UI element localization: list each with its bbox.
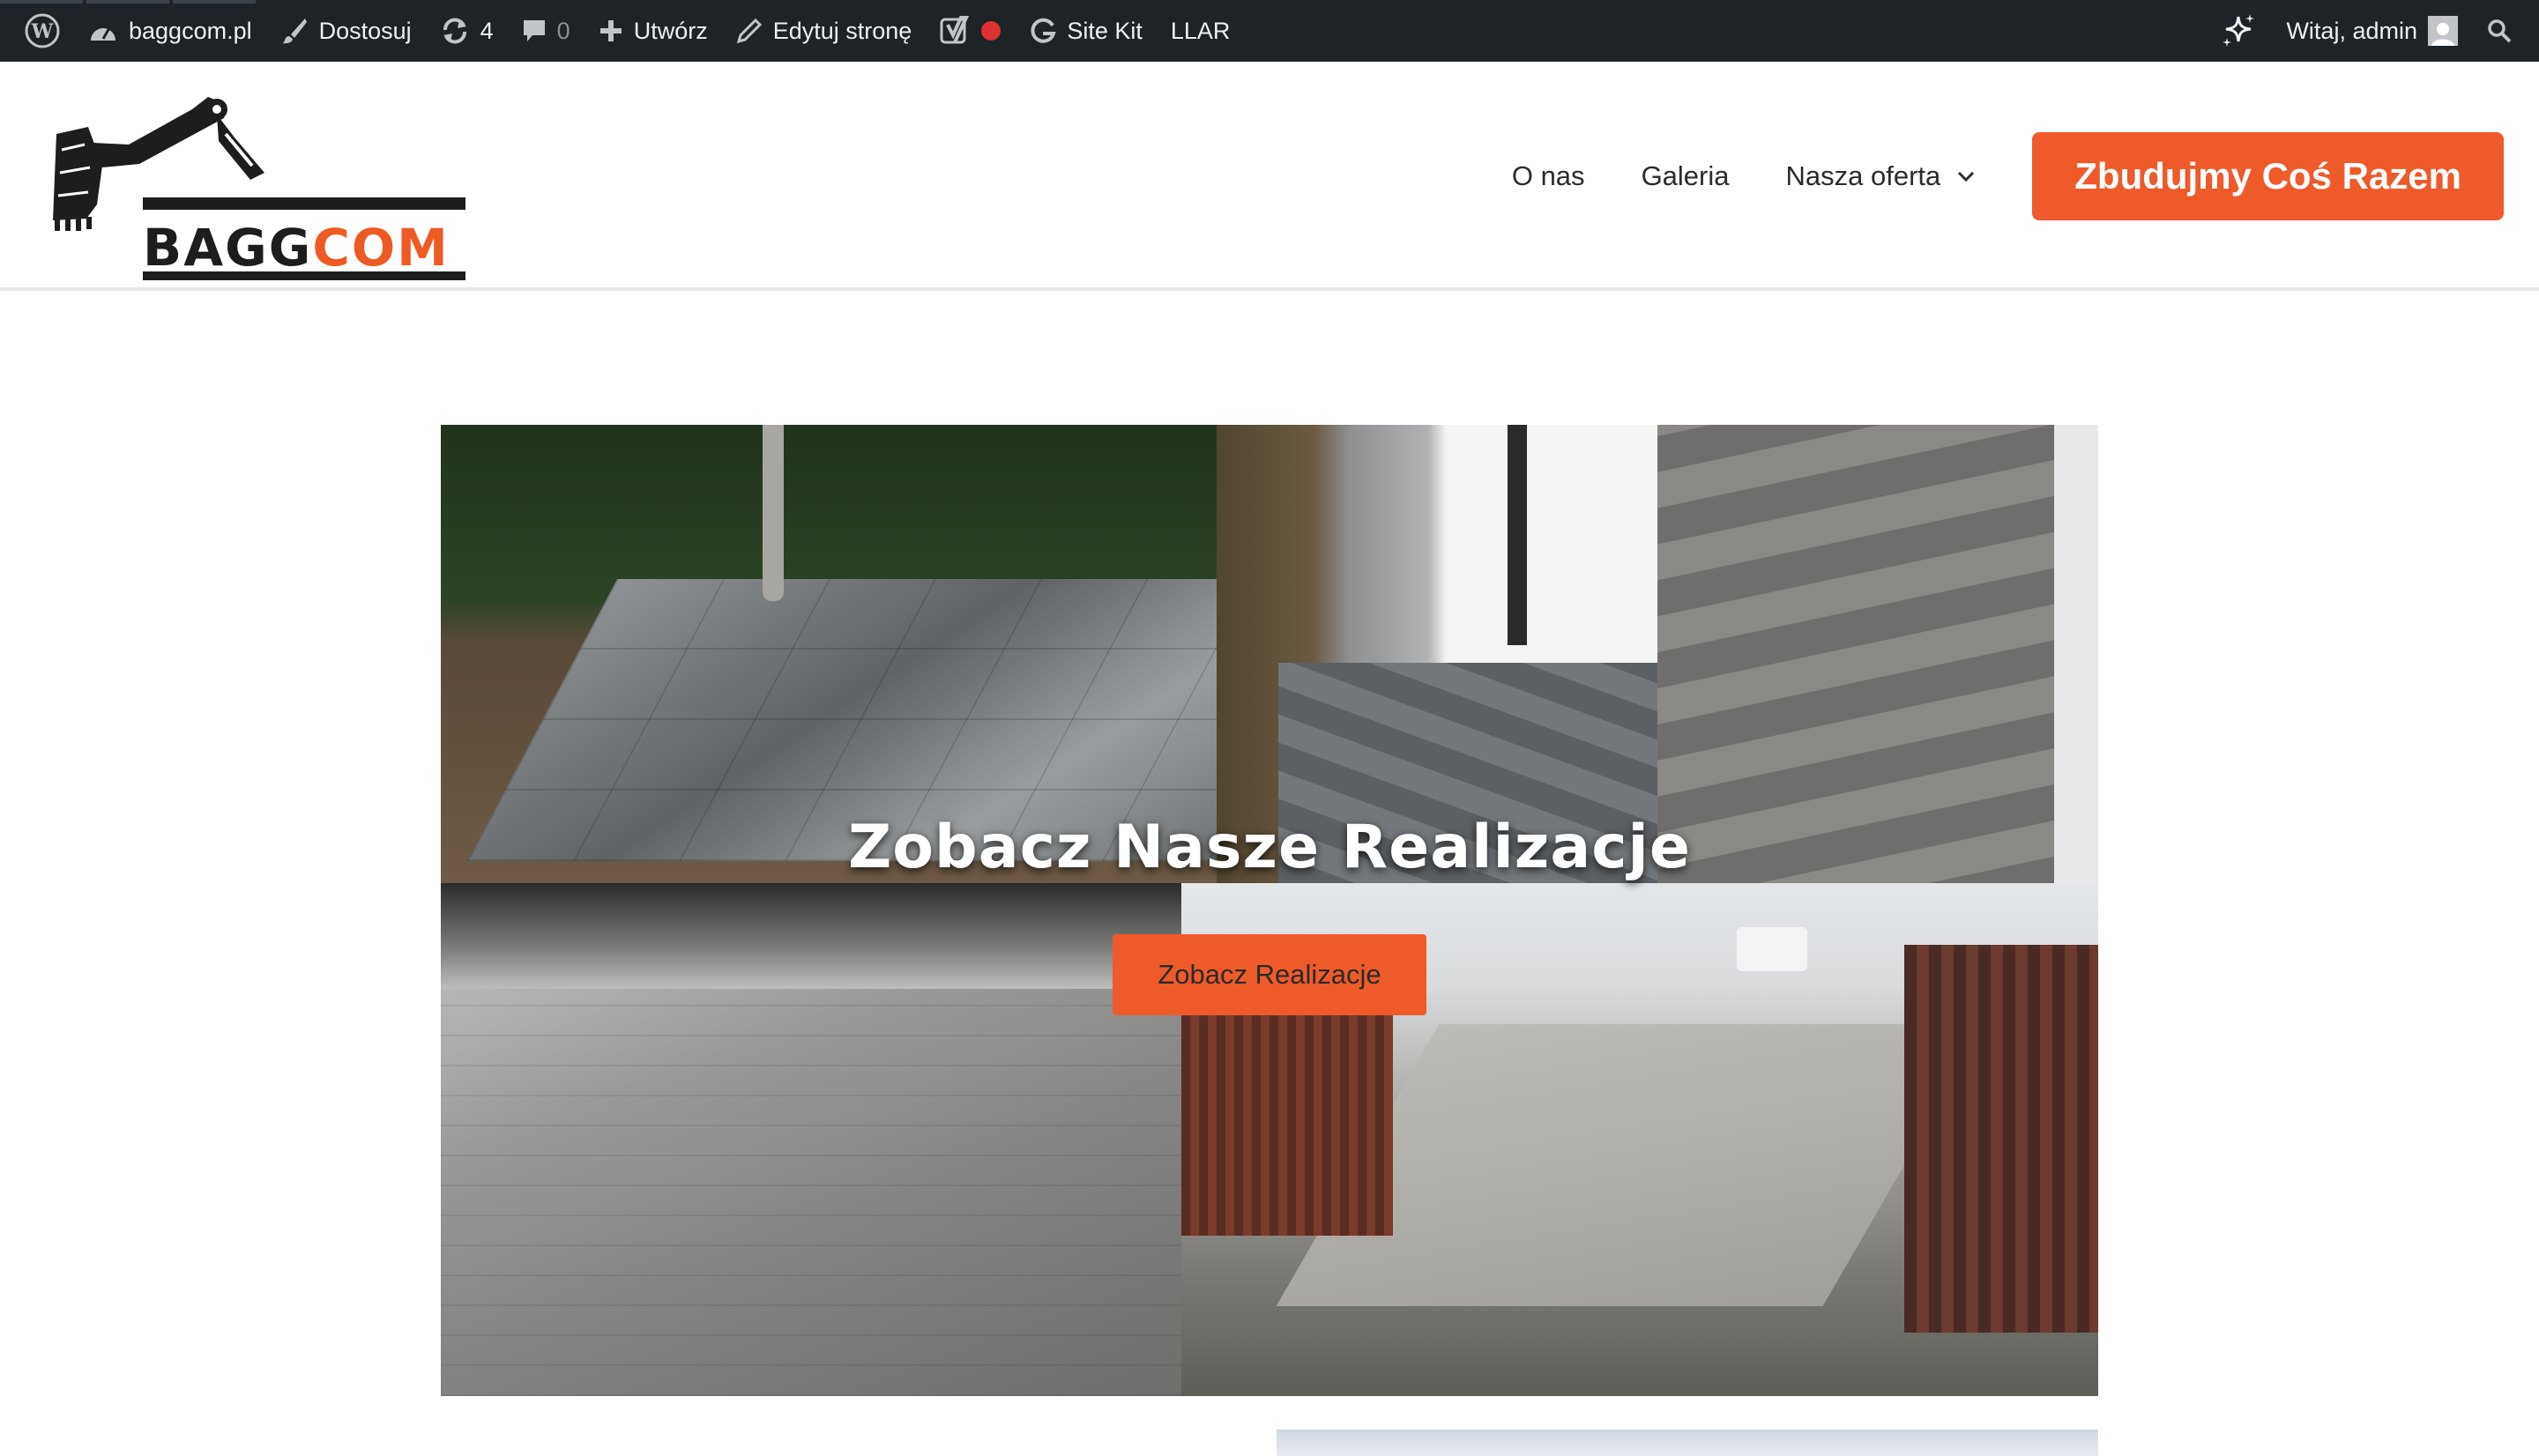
- site-header: BAGGCOM O nas Galeria Nasza oferta Zbudu…: [0, 62, 2539, 291]
- customize-menu[interactable]: Dostosuj: [266, 0, 426, 62]
- sparkle-icon: [2223, 14, 2255, 47]
- house-wall: [1446, 425, 1657, 680]
- greeting-label: Witaj, admin: [2286, 17, 2417, 44]
- create-new-menu[interactable]: Utwórz: [584, 0, 722, 62]
- plus-icon: [599, 20, 622, 41]
- logo-wordmark: BAGGCOM: [143, 218, 450, 278]
- next-section-image: [1277, 1430, 2098, 1456]
- admin-bar-tabs-strip: [0, 0, 256, 4]
- svg-text:W: W: [31, 20, 54, 43]
- comments-menu[interactable]: 0: [508, 0, 584, 62]
- admin-search-toggle[interactable]: [2472, 0, 2527, 62]
- comments-count: 0: [556, 17, 570, 44]
- user-silhouette-icon: [2431, 23, 2454, 46]
- llar-menu[interactable]: LLAR: [1157, 0, 1245, 62]
- site-logo[interactable]: BAGGCOM: [44, 88, 467, 304]
- comment-bubble-icon: [523, 20, 545, 41]
- seo-status-dot-icon: [981, 21, 1001, 41]
- edit-page-label: Edytuj stronę: [772, 17, 912, 44]
- hero-collage: Zobacz Nasze Realizacje Zobacz Realizacj…: [441, 425, 2098, 1396]
- parasol: [763, 425, 784, 601]
- create-label: Utwórz: [633, 17, 708, 44]
- wordpress-logo-menu[interactable]: W: [11, 0, 74, 62]
- avatar: [2428, 16, 2458, 46]
- wordpress-icon: W: [25, 13, 60, 48]
- white-van: [1737, 927, 1807, 971]
- downpipe: [1508, 425, 1527, 645]
- dashboard-gauge-icon: [91, 27, 115, 41]
- site-kit-menu[interactable]: Site Kit: [1016, 0, 1157, 62]
- pencil-icon: [736, 18, 762, 44]
- nav-item-label: Nasza oferta: [1785, 160, 1941, 191]
- admin-bar: W baggcom.pl Dostosuj 4 0 Utwórz Edytuj …: [0, 0, 2539, 62]
- search-icon: [2488, 19, 2512, 43]
- nav-item-nasza-oferta[interactable]: Nasza oferta: [1786, 160, 1977, 192]
- hero-title: Zobacz Nasze Realizacje: [848, 813, 1691, 882]
- logo-underline: [143, 271, 465, 280]
- yoast-seo-menu[interactable]: [926, 0, 1016, 62]
- edit-page-menu[interactable]: Edytuj stronę: [722, 0, 927, 62]
- site-name-label: baggcom.pl: [129, 17, 252, 44]
- updates-count: 4: [480, 17, 494, 44]
- llar-label: LLAR: [1170, 17, 1231, 44]
- nav-item-o-nas[interactable]: O nas: [1512, 160, 1585, 192]
- main-navigation: O nas Galeria Nasza oferta Zbudujmy Coś …: [1512, 123, 2539, 229]
- ai-assistant-menu[interactable]: [2205, 0, 2272, 62]
- refresh-icon: [443, 18, 466, 44]
- chevron-down-icon: [1958, 171, 1975, 182]
- nav-item-galeria[interactable]: Galeria: [1642, 160, 1730, 192]
- yoast-icon: [940, 16, 970, 44]
- garage-edge: [441, 883, 1181, 989]
- gate: [1181, 1015, 1393, 1236]
- hero-realizations-button[interactable]: Zobacz Realizacje: [1113, 934, 1426, 1015]
- google-g-icon: [1031, 18, 1056, 43]
- customize-label: Dostosuj: [318, 17, 412, 44]
- photo-driveway-paving: [441, 883, 1181, 1396]
- my-account-menu[interactable]: Witaj, admin: [2272, 0, 2472, 62]
- site-kit-label: Site Kit: [1067, 17, 1143, 44]
- updates-menu[interactable]: 4: [426, 0, 508, 62]
- cta-button[interactable]: Zbudujmy Coś Razem: [2032, 132, 2504, 220]
- paintbrush-icon: [281, 19, 307, 44]
- site-name-menu[interactable]: baggcom.pl: [74, 0, 266, 62]
- wooden-fence: [1904, 945, 2098, 1333]
